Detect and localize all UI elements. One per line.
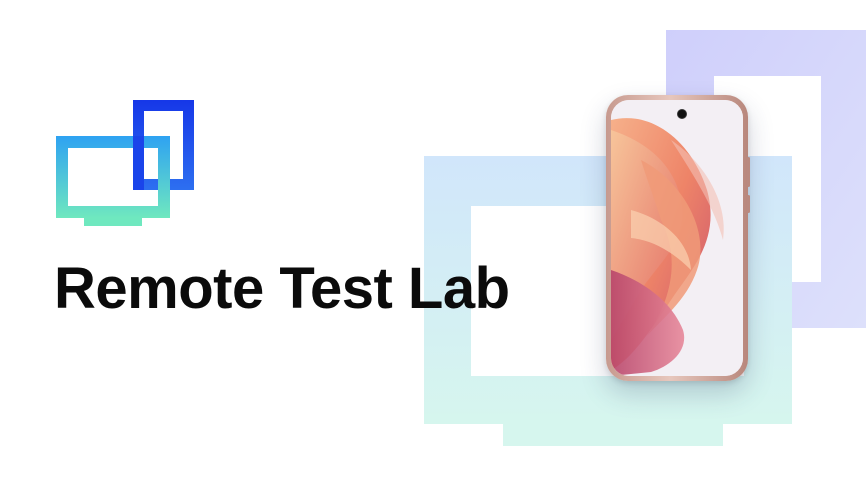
phone-power-button (747, 195, 750, 213)
phone-screen (611, 100, 743, 376)
wallpaper-swirl-graphic (611, 100, 743, 376)
remote-test-lab-banner: Remote Test Lab (0, 0, 866, 500)
overlapping-screens-icon (56, 100, 194, 226)
phone-volume-button (747, 157, 750, 187)
logo-front-screen-shape (56, 136, 170, 218)
monitor-stand-shape (503, 424, 723, 446)
logo-stand-shape (84, 218, 142, 226)
smartphone-illustration (606, 95, 750, 381)
page-title: Remote Test Lab (54, 256, 510, 321)
front-camera-icon (677, 109, 687, 119)
